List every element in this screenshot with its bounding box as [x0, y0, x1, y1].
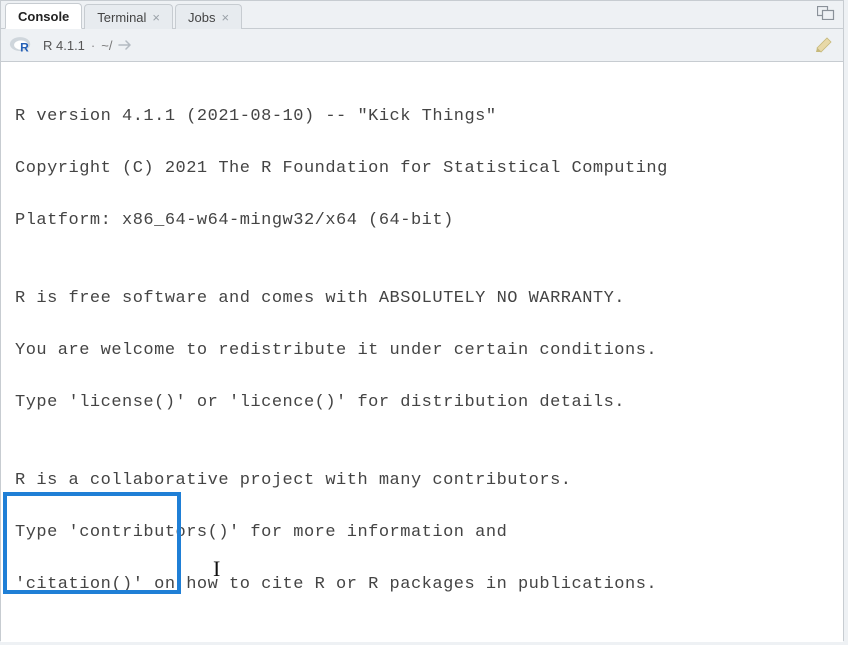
- tab-bar: Console Terminal × Jobs ×: [1, 1, 843, 29]
- banner-line: Type 'contributors()' for more informati…: [15, 520, 829, 546]
- clear-console-icon[interactable]: [813, 34, 835, 54]
- go-to-directory-icon[interactable]: [118, 39, 134, 51]
- working-directory[interactable]: ~/: [101, 38, 112, 53]
- r-version-label: R 4.1.1: [43, 38, 85, 53]
- console-pane: Console Terminal × Jobs × R: [0, 0, 844, 641]
- banner-line: R is a collaborative project with many c…: [15, 468, 829, 494]
- banner-line: 'citation()' on how to cite R or R packa…: [15, 572, 829, 598]
- maximize-pane-icon[interactable]: [815, 3, 837, 23]
- svg-text:R: R: [20, 40, 29, 54]
- r-logo-icon: R: [9, 36, 33, 54]
- close-icon[interactable]: ×: [221, 11, 229, 24]
- banner-line: R is free software and comes with ABSOLU…: [15, 286, 829, 312]
- tab-label: Terminal: [97, 10, 146, 25]
- tab-label: Jobs: [188, 10, 215, 25]
- banner-line: R version 4.1.1 (2021-08-10) -- "Kick Th…: [15, 104, 829, 130]
- separator: ·: [91, 38, 95, 53]
- tab-label: Console: [18, 9, 69, 24]
- console-info-bar: R R 4.1.1 · ~/: [1, 29, 843, 62]
- tab-jobs[interactable]: Jobs ×: [175, 4, 242, 29]
- banner-line: You are welcome to redistribute it under…: [15, 338, 829, 364]
- banner-line: Copyright (C) 2021 The R Foundation for …: [15, 156, 829, 182]
- console-output[interactable]: R version 4.1.1 (2021-08-10) -- "Kick Th…: [1, 62, 843, 642]
- tab-terminal[interactable]: Terminal ×: [84, 4, 173, 29]
- tab-console[interactable]: Console: [5, 3, 82, 29]
- banner-line: Type 'license()' or 'licence()' for dist…: [15, 390, 829, 416]
- close-icon[interactable]: ×: [152, 11, 160, 24]
- banner-line: Platform: x86_64-w64-mingw32/x64 (64-bit…: [15, 208, 829, 234]
